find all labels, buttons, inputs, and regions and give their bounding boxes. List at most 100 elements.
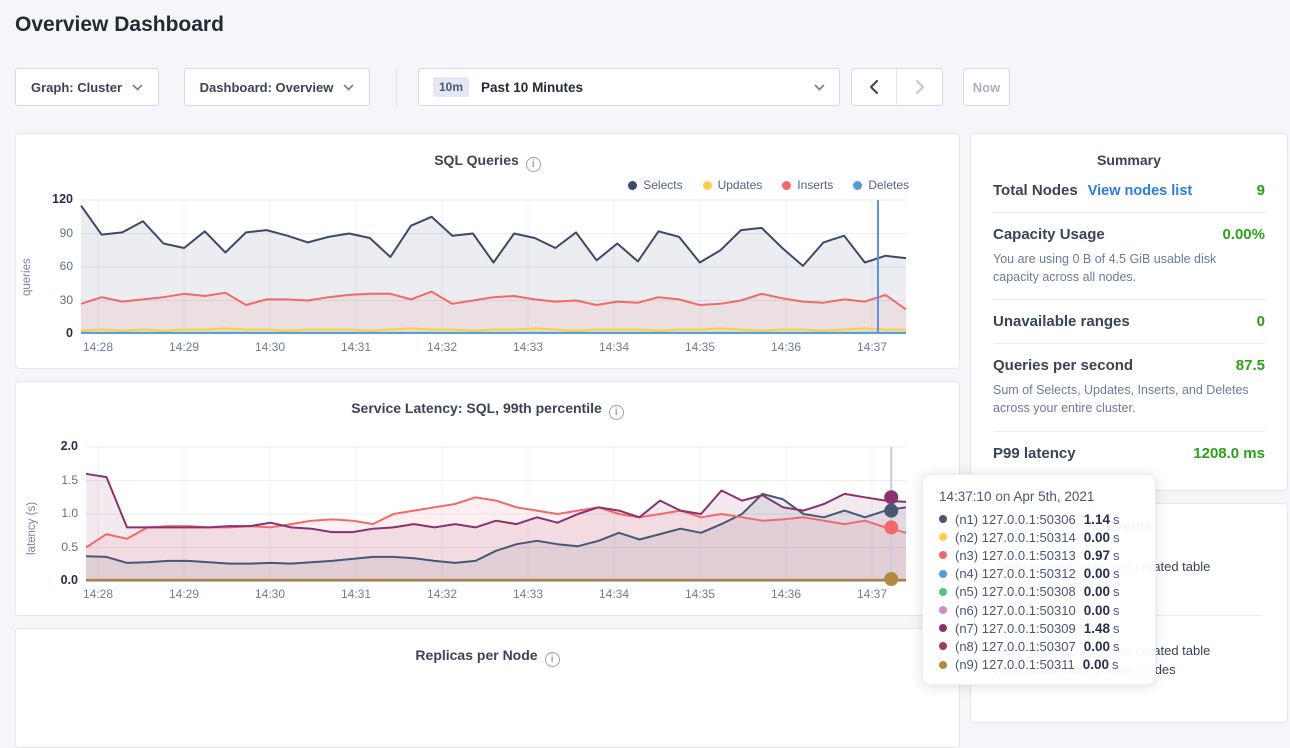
graph-dropdown[interactable]: Graph: Cluster (15, 68, 159, 106)
x-tick-label: 14:32 (416, 587, 468, 601)
latency-chart[interactable]: latency (s)0.00.51.01.52.014:2814:2914:3… (86, 447, 906, 581)
time-range-label: Past 10 Minutes (481, 80, 583, 95)
node-dot-icon (939, 661, 947, 669)
node-dot-icon (939, 624, 947, 632)
y-tick-label: 0.5 (38, 540, 78, 554)
info-icon[interactable]: i (609, 405, 624, 420)
chevron-left-icon (869, 79, 879, 95)
x-tick-label: 14:31 (330, 340, 382, 354)
summary-value: 0.00% (1222, 226, 1265, 243)
tooltip-node-row: (n9) 127.0.0.1:503110.00s (939, 656, 1139, 674)
toolbar-divider (396, 68, 397, 106)
prev-time-button[interactable] (852, 69, 897, 105)
node-value: 0.00 (1084, 639, 1110, 654)
summary-value: 9 (1257, 182, 1265, 199)
now-button[interactable]: Now (963, 68, 1010, 106)
tooltip-timestamp: 14:37:10 on Apr 5th, 2021 (939, 489, 1139, 504)
summary-row-head: P99 latency1208.0 ms (993, 445, 1265, 462)
x-tick-label: 14:30 (244, 340, 296, 354)
summary-row-head: Capacity Usage 0.00% (993, 226, 1265, 243)
y-axis-title: latency (s) (26, 469, 38, 555)
legend-label: Selects (643, 178, 682, 192)
y-tick-label: 1.5 (38, 473, 78, 487)
tooltip-sep: on (992, 489, 1014, 504)
tooltip-rows: (n1) 127.0.0.1:503061.14s(n2) 127.0.0.1:… (939, 510, 1139, 674)
node-label: (n1) 127.0.0.1:50306 (955, 512, 1076, 527)
summary-description: Sum of Selects, Updates, Inserts, and De… (993, 381, 1265, 417)
latency-title: Service Latency: SQL, 99th percentile i (16, 400, 959, 420)
x-tick-label: 14:31 (330, 587, 382, 601)
chart-title-text: Service Latency: SQL, 99th percentile (351, 400, 602, 416)
hover-dot (884, 520, 898, 534)
node-dot-icon (939, 642, 947, 650)
x-tick-label: 14:34 (588, 587, 640, 601)
legend-dot-icon (703, 181, 712, 190)
summary-label: Unavailable ranges (993, 313, 1130, 330)
node-label: (n5) 127.0.0.1:50308 (955, 584, 1076, 599)
sql-legend: Selects Updates Inserts Deletes (628, 178, 909, 192)
y-tick-label: 30 (33, 293, 73, 307)
tooltip-node-row: (n4) 127.0.0.1:503120.00s (939, 565, 1139, 583)
dashboard-dropdown[interactable]: Dashboard: Overview (184, 68, 370, 106)
time-range-selector[interactable]: 10m Past 10 Minutes (418, 68, 840, 106)
y-tick-label: 1.0 (38, 506, 78, 520)
y-tick-label: 0.0 (38, 573, 78, 587)
legend-item-updates[interactable]: Updates (703, 178, 763, 192)
x-tick-label: 14:32 (416, 340, 468, 354)
latency-panel: Service Latency: SQL, 99th percentile i l… (15, 381, 960, 616)
tooltip-node-row: (n8) 127.0.0.1:503070.00s (939, 637, 1139, 655)
info-icon[interactable]: i (526, 157, 541, 172)
info-icon[interactable]: i (545, 652, 560, 667)
chart-title-text: Replicas per Node (415, 647, 537, 663)
legend-item-deletes[interactable]: Deletes (853, 178, 909, 192)
node-dot-icon (939, 533, 947, 541)
y-tick-label: 0 (33, 326, 73, 340)
hover-dot (884, 504, 898, 518)
x-tick-label: 14:30 (244, 587, 296, 601)
summary-description: You are using 0 B of 4.5 GiB usable disk… (993, 250, 1265, 286)
summary-value: 1208.0 ms (1193, 445, 1265, 462)
x-tick-label: 14:28 (72, 587, 124, 601)
node-label: (n7) 127.0.0.1:50309 (955, 621, 1076, 636)
x-tick-label: 14:37 (846, 587, 898, 601)
x-tick-label: 14:35 (674, 587, 726, 601)
chart-plot[interactable] (86, 447, 906, 581)
node-value: 0.00 (1083, 657, 1109, 672)
hover-dot (884, 490, 898, 504)
node-value: 1.48 (1084, 621, 1110, 636)
node-label: (n4) 127.0.0.1:50312 (955, 566, 1076, 581)
graph-dropdown-label: Graph: Cluster (31, 80, 122, 95)
chevron-right-icon (915, 79, 925, 95)
node-dot-icon (939, 588, 947, 596)
node-label: (n6) 127.0.0.1:50310 (955, 603, 1076, 618)
tooltip-node-row: (n5) 127.0.0.1:503080.00s (939, 583, 1139, 601)
tooltip-node-row: (n7) 127.0.0.1:50309 1.48s (939, 619, 1139, 637)
series-line (81, 328, 906, 330)
legend-item-inserts[interactable]: Inserts (782, 178, 833, 192)
legend-dot-icon (853, 181, 862, 190)
node-value: 0.00 (1084, 566, 1110, 581)
node-value-unit: s (1113, 584, 1120, 599)
sql-queries-chart[interactable]: queries030609012014:2814:2914:3014:3114:… (81, 200, 906, 334)
tooltip-time: 14:37:10 (939, 489, 992, 504)
next-time-button[interactable] (897, 69, 942, 105)
summary-row: Queries per second87.5Sum of Selects, Up… (993, 343, 1265, 430)
node-value-unit: s (1113, 621, 1120, 636)
tooltip-date: Apr 5th, 2021 (1013, 489, 1094, 504)
legend-item-selects[interactable]: Selects (628, 178, 682, 192)
y-tick-label: 90 (33, 226, 73, 240)
chart-plot[interactable] (81, 200, 906, 334)
x-tick-label: 14:28 (72, 340, 124, 354)
summary-label: Total Nodes (993, 182, 1078, 199)
node-label: (n3) 127.0.0.1:50313 (955, 548, 1076, 563)
tooltip-node-row: (n1) 127.0.0.1:503061.14s (939, 510, 1139, 528)
x-tick-label: 14:36 (760, 340, 812, 354)
legend-label: Inserts (797, 178, 833, 192)
node-dot-icon (939, 570, 947, 578)
summary-label: Queries per second (993, 357, 1133, 374)
view-nodes-link[interactable]: View nodes list (1088, 183, 1193, 199)
node-dot-icon (939, 606, 947, 614)
node-value-unit: s (1113, 548, 1120, 563)
node-label: (n8) 127.0.0.1:50307 (955, 639, 1076, 654)
summary-label: Capacity Usage (993, 226, 1105, 243)
